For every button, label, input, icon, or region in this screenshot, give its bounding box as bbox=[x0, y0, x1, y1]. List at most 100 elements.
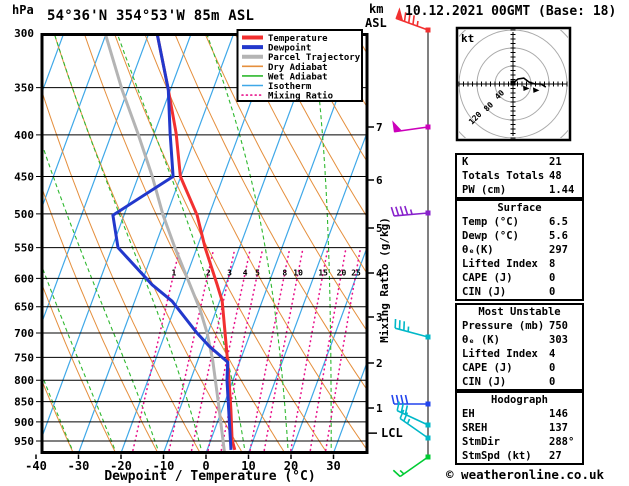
legend-box: TemperatureDewpointParcel TrajectoryDry … bbox=[236, 29, 363, 102]
legend-label: Dry Adiabat bbox=[268, 62, 328, 73]
table-row: CAPE (J) 0 bbox=[457, 271, 582, 285]
table-row-value: 146 bbox=[549, 408, 568, 420]
table-row: CIN (J) 0 bbox=[457, 285, 582, 299]
mixing-ratio-value-label: 8 bbox=[282, 269, 287, 278]
pressure-tick-label: 550 bbox=[14, 242, 34, 255]
km-tick-label: 2 bbox=[376, 357, 383, 370]
table-row-label: Totals Totals bbox=[462, 170, 545, 182]
stats-table: Surface Temp (°C) 6.5 Dewp (°C) 5.6 θₑ(K) 297 L… bbox=[455, 199, 584, 301]
mixing-ratio-lines bbox=[131, 249, 361, 452]
pressure-tick-label: 300 bbox=[14, 27, 34, 40]
table-row-label: StmDir bbox=[462, 436, 500, 448]
table-row-label: Dewp (°C) bbox=[462, 230, 519, 242]
table-row: Pressure (mb) 750 bbox=[457, 319, 582, 333]
pressure-tick-label: 450 bbox=[14, 171, 34, 184]
table-row: Lifted Index 4 bbox=[457, 347, 582, 361]
mixing-ratio-value-label: 10 bbox=[293, 269, 303, 278]
table-row: Dewp (°C) 5.6 bbox=[457, 229, 582, 243]
pressure-tick-label: 900 bbox=[14, 416, 34, 429]
table-row-label: Lifted Index bbox=[462, 348, 538, 360]
wind-barb bbox=[392, 120, 431, 133]
pressure-tick-label: 850 bbox=[14, 396, 34, 409]
table-row-value: 137 bbox=[549, 422, 568, 434]
table-row-value: 6.5 bbox=[549, 216, 568, 228]
hodograph-arrow-marker bbox=[532, 87, 540, 93]
stats-table: K 21 Totals Totals 48 PW (cm) 1.44 bbox=[455, 153, 584, 199]
table-row-value: 750 bbox=[549, 320, 568, 332]
pressure-tick-label: 350 bbox=[14, 82, 34, 95]
legend-label: Dewpoint bbox=[268, 43, 311, 54]
wind-barb bbox=[392, 454, 431, 478]
mixing-ratio-value-label: 1 bbox=[171, 269, 176, 278]
table-row-value: 4 bbox=[549, 348, 556, 360]
legend-label: Isotherm bbox=[268, 82, 312, 92]
table-row-value: 303 bbox=[549, 334, 568, 346]
wind-barb-column bbox=[390, 7, 431, 478]
pressure-tick-label: 650 bbox=[14, 301, 34, 314]
table-row-value: 288° bbox=[549, 436, 575, 448]
table-row-label: CIN (J) bbox=[462, 376, 507, 388]
asl-unit-label: ASL bbox=[365, 16, 387, 30]
mixing-ratio-value-label: 25 bbox=[351, 269, 361, 278]
table-row-label: Pressure (mb) bbox=[462, 320, 545, 332]
indices-tables: K 21 Totals Totals 48 PW (cm) 1.44 Surface Temp… bbox=[455, 153, 584, 467]
table-row: StmDir 288° bbox=[457, 435, 582, 449]
table-row: SREH 137 bbox=[457, 421, 582, 435]
table-row: EH 146 bbox=[457, 407, 582, 421]
mixing-ratio-value-label: 15 bbox=[318, 269, 328, 278]
pressure-tick-label: 950 bbox=[14, 435, 34, 448]
table-row: K 21 bbox=[457, 155, 582, 169]
hodograph-panel: 4080120 kt bbox=[455, 26, 572, 142]
sounding-traces bbox=[103, 34, 237, 452]
table-row-value: 0 bbox=[549, 272, 556, 284]
table-row-label: Temp (°C) bbox=[462, 216, 519, 228]
legend-label: Wet Adiabat bbox=[268, 71, 328, 82]
legend-label: Mixing Ratio bbox=[268, 91, 333, 102]
table-title: Hodograph bbox=[491, 394, 548, 406]
table-row-label: K bbox=[462, 156, 469, 168]
credit-line: © weatheronline.co.uk bbox=[446, 467, 605, 482]
stats-table: Hodograph EH 146 SREH 137 StmDir 288° StmSpd (k… bbox=[455, 391, 584, 465]
hodograph-unit-label: kt bbox=[461, 32, 474, 45]
pressure-tick-label: 500 bbox=[14, 208, 34, 221]
table-row: Totals Totals 48 bbox=[457, 169, 582, 183]
table-row: PW (cm) 1.44 bbox=[457, 183, 582, 197]
table-row: Lifted Index 8 bbox=[457, 257, 582, 271]
wind-barb bbox=[394, 318, 431, 340]
table-row-value: 5.6 bbox=[549, 230, 568, 242]
pressure-tick-label: 750 bbox=[14, 351, 34, 364]
legend-label: Parcel Trajectory bbox=[268, 52, 361, 63]
km-tick-label: 6 bbox=[376, 174, 383, 187]
table-row-label: θₑ (K) bbox=[462, 334, 500, 346]
table-row-label: CAPE (J) bbox=[462, 272, 513, 284]
wind-barb bbox=[390, 205, 431, 217]
table-row-label: SREH bbox=[462, 422, 488, 434]
table-row-label: PW (cm) bbox=[462, 184, 507, 196]
temp-tick-label: -40 bbox=[25, 459, 47, 473]
mixing-ratio-value-label: 2 bbox=[206, 269, 211, 278]
temp-tick-label: 30 bbox=[326, 459, 340, 473]
hodograph-ring-label: 120 bbox=[467, 110, 484, 127]
x-axis-title: Dewpoint / Temperature (°C) bbox=[104, 469, 315, 484]
table-row-value: 48 bbox=[549, 170, 562, 182]
table-row-label: EH bbox=[462, 408, 475, 420]
table-row-label: CIN (J) bbox=[462, 286, 507, 298]
mixing-ratio-axis-title: Mixing Ratio (g/kg) bbox=[378, 217, 391, 343]
table-row: Temp (°C) 6.5 bbox=[457, 215, 582, 229]
table-row-value: 297 bbox=[549, 244, 568, 256]
table-row-value: 27 bbox=[549, 450, 562, 462]
pressure-tick-label: 600 bbox=[14, 272, 34, 285]
mixing-ratio-value-label: 20 bbox=[337, 269, 347, 278]
pressure-tick-label: 400 bbox=[14, 129, 34, 142]
station-title: 54°36'N 354°53'W 85m ASL bbox=[47, 8, 254, 24]
km-tick-label: 7 bbox=[376, 121, 383, 134]
table-row: θₑ(K) 297 bbox=[457, 243, 582, 257]
hodograph-origin-marker bbox=[510, 80, 516, 86]
table-title: Most Unstable bbox=[478, 306, 561, 318]
hodograph-ring-label: 80 bbox=[482, 100, 495, 113]
km-unit-label: km bbox=[369, 2, 383, 16]
table-row-label: StmSpd (kt) bbox=[462, 450, 532, 462]
stats-table: Most Unstable Pressure (mb) 750 θₑ (K) 303 Li… bbox=[455, 303, 584, 391]
lcl-label: LCL bbox=[381, 426, 403, 440]
table-row: StmSpd (kt) 27 bbox=[457, 449, 582, 463]
